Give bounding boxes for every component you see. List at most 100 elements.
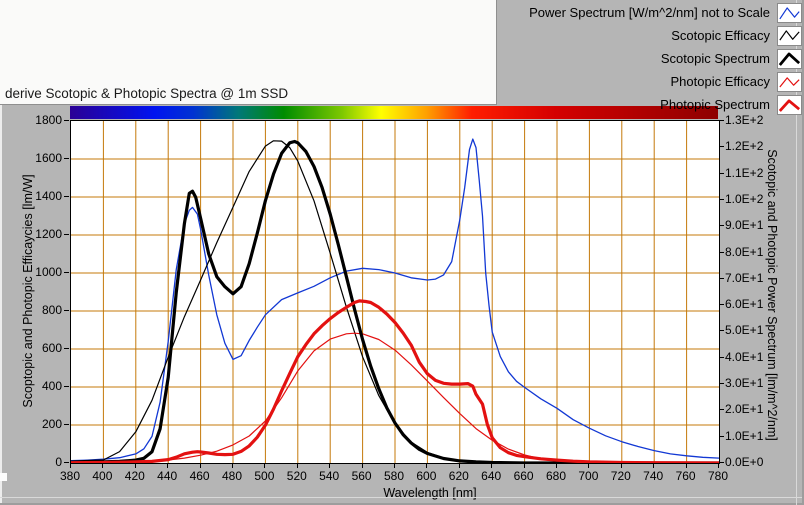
- left-tick-label: 600: [41, 341, 62, 355]
- left-axis-tick: [64, 348, 69, 349]
- x-tick-label: 660: [513, 469, 534, 483]
- x-tick-label: 740: [643, 469, 664, 483]
- legend-item-label: Photopic Spectrum: [660, 97, 770, 112]
- right-axis-tick: [719, 330, 724, 332]
- x-axis-tick: [199, 463, 201, 468]
- legend-line-style-icon[interactable]: [777, 94, 802, 115]
- right-tick-label: 1.0E+1: [725, 428, 764, 443]
- x-axis-tick: [134, 463, 136, 468]
- window-groove-bottom: [0, 497, 804, 498]
- left-axis-tick: [64, 272, 69, 273]
- x-tick-label: 780: [707, 469, 729, 483]
- right-tick-label: 7.0E+1: [725, 270, 764, 285]
- x-axis-tick: [458, 463, 460, 468]
- x-axis-tick: [718, 463, 719, 468]
- x-tick-label: 760: [675, 469, 696, 483]
- left-axis-tick: [64, 196, 69, 197]
- legend-item-label: Scotopic Efficacy: [671, 28, 770, 43]
- left-axis-tick: [64, 234, 69, 235]
- x-axis-tick: [264, 463, 266, 468]
- x-tick-label: 720: [610, 469, 631, 483]
- left-tick-label: 800: [41, 303, 62, 317]
- page-title: derive Scotopic & Photopic Spectra @ 1m …: [5, 86, 289, 101]
- x-tick-label: 620: [448, 469, 469, 483]
- legend-item-label: Scotopic Spectrum: [660, 51, 770, 66]
- x-tick-label: 680: [545, 469, 567, 483]
- title-panel: derive Scotopic & Photopic Spectra @ 1m …: [0, 0, 497, 105]
- left-tick-label: 1200: [35, 227, 62, 241]
- right-axis-tick: [719, 383, 724, 385]
- x-tick-label: 440: [157, 469, 178, 483]
- right-tick-label: 1.1E+2: [725, 165, 764, 180]
- legend-item-power-spectrum-w-m-2-nm-not-to-scale[interactable]: Power Spectrum [W/m^2/nm] not to Scale: [498, 2, 804, 23]
- plot-area: [70, 120, 720, 464]
- left-tick-label: 400: [41, 379, 62, 393]
- left-tick-label: 1800: [35, 113, 62, 127]
- left-axis-tick: [64, 158, 69, 159]
- left-axis-title: Scoptopic and Photopic Efficaycies [lm/W…: [21, 174, 35, 408]
- x-tick-label: 580: [383, 469, 405, 483]
- legend-line-style-icon[interactable]: [777, 71, 802, 92]
- x-tick-label: 540: [319, 469, 340, 483]
- right-tick-label: 5.0E+1: [725, 323, 764, 338]
- x-axis-tick: [232, 463, 233, 468]
- x-tick-label: 700: [578, 469, 599, 483]
- left-axis-tick: [64, 310, 69, 311]
- left-tick-label: 200: [41, 417, 62, 431]
- legend-item-scotopic-efficacy[interactable]: Scotopic Efficacy: [498, 25, 804, 46]
- x-axis-tick: [361, 463, 363, 468]
- x-tick-label: 400: [92, 469, 113, 483]
- legend-item-label: Photopic Efficacy: [670, 74, 770, 89]
- left-tick-label: 1600: [35, 151, 62, 165]
- right-tick-label: 1.0E+2: [725, 191, 764, 206]
- legend-item-label: Power Spectrum [W/m^2/nm] not to Scale: [529, 5, 770, 20]
- left-axis-tick: [64, 424, 69, 425]
- right-axis-title: Scotopic and Photopic Power Spectrum [lm…: [765, 149, 779, 441]
- x-axis-tick: [426, 463, 428, 468]
- x-axis-tick: [394, 463, 395, 468]
- right-axis-tick: [719, 146, 724, 148]
- x-tick-label: 480: [221, 469, 243, 483]
- right-axis-tick: [719, 462, 724, 463]
- x-tick-label: 600: [416, 469, 437, 483]
- right-axis-tick: [719, 225, 724, 227]
- right-axis-tick: [719, 198, 724, 200]
- x-axis-tick: [620, 463, 622, 468]
- left-axis-tick: [64, 120, 69, 121]
- right-axis-tick: [719, 435, 724, 437]
- legend-line-style-icon[interactable]: [777, 48, 802, 69]
- right-tick-label: 8.0E+1: [725, 244, 764, 259]
- right-tick-label: 4.0E+1: [725, 349, 764, 364]
- plot-canvas: [71, 121, 719, 463]
- right-axis-tick: [719, 356, 724, 358]
- x-axis-tick: [653, 463, 655, 468]
- x-tick-label: 420: [124, 469, 145, 483]
- x-axis-tick: [523, 463, 525, 468]
- legend-item-photopic-efficacy[interactable]: Photopic Efficacy: [498, 71, 804, 92]
- right-axis-tick: [719, 277, 724, 279]
- x-tick-label: 500: [254, 469, 275, 483]
- right-axis-tick: [719, 409, 724, 411]
- legend-item-photopic-spectrum[interactable]: Photopic Spectrum: [498, 94, 804, 115]
- x-tick-label: 460: [189, 469, 210, 483]
- x-axis-tick: [102, 463, 104, 468]
- right-tick-label: 6.0E+1: [725, 297, 764, 312]
- x-axis-tick: [588, 463, 590, 468]
- left-tick-label: 1000: [35, 265, 62, 279]
- right-tick-label: 3.0E+1: [725, 376, 764, 391]
- x-axis-tick: [491, 463, 493, 468]
- left-tick-label: 0: [55, 455, 62, 469]
- right-tick-label: 2.0E+1: [725, 402, 764, 417]
- legend-line-style-icon[interactable]: [777, 2, 802, 23]
- legend-line-style-icon[interactable]: [777, 25, 802, 46]
- x-tick-label: 560: [351, 469, 372, 483]
- right-tick-label: 1.3E+2: [725, 113, 764, 127]
- x-axis-tick: [685, 463, 687, 468]
- x-tick-label: 640: [481, 469, 502, 483]
- right-axis-tick: [719, 251, 724, 253]
- panel-edge-notch: [0, 473, 7, 481]
- x-tick-label: 380: [59, 469, 81, 483]
- left-axis-tick: [64, 386, 69, 387]
- legend-item-scotopic-spectrum[interactable]: Scotopic Spectrum: [498, 48, 804, 69]
- right-axis-tick: [719, 172, 724, 174]
